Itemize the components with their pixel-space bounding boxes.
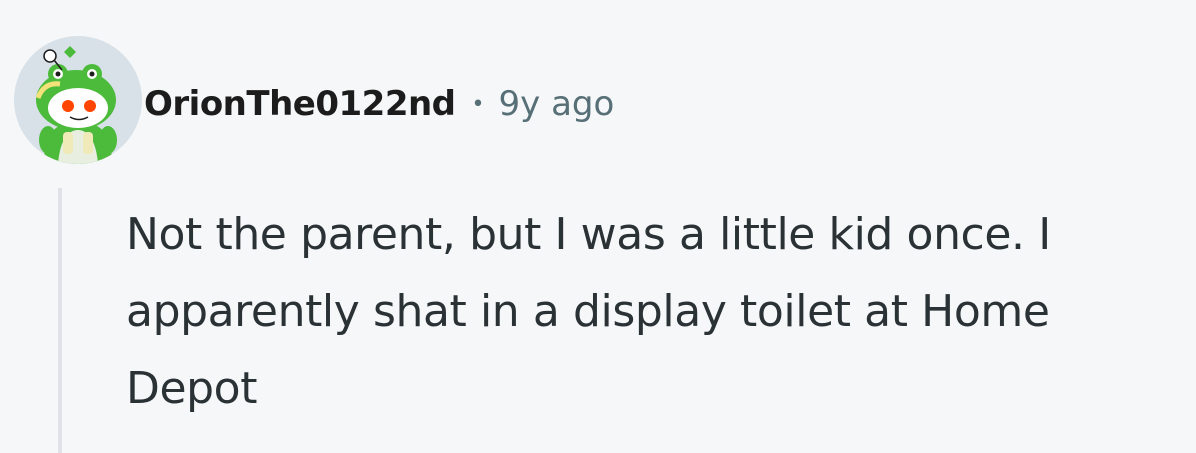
- thread-collapse-line[interactable]: [58, 188, 62, 453]
- meta-separator: •: [471, 91, 485, 117]
- username-link[interactable]: OrionThe0122nd: [144, 84, 456, 124]
- timestamp-link[interactable]: 9y ago: [499, 84, 615, 124]
- comment-body: Not the parent, but I was a little kid o…: [126, 196, 1186, 427]
- snoo-frog-hood-avatar-icon: [14, 36, 142, 164]
- comment-body-line: apparently shat in a display toilet at H…: [126, 286, 1050, 337]
- comment: OrionThe0122nd • 9y ago Not the parent, …: [0, 0, 1196, 453]
- comment-meta: OrionThe0122nd • 9y ago: [144, 76, 614, 132]
- avatar[interactable]: [14, 36, 142, 164]
- comment-body-line: Depot: [126, 363, 258, 414]
- comment-body-line: Not the parent, but I was a little kid o…: [126, 209, 1051, 260]
